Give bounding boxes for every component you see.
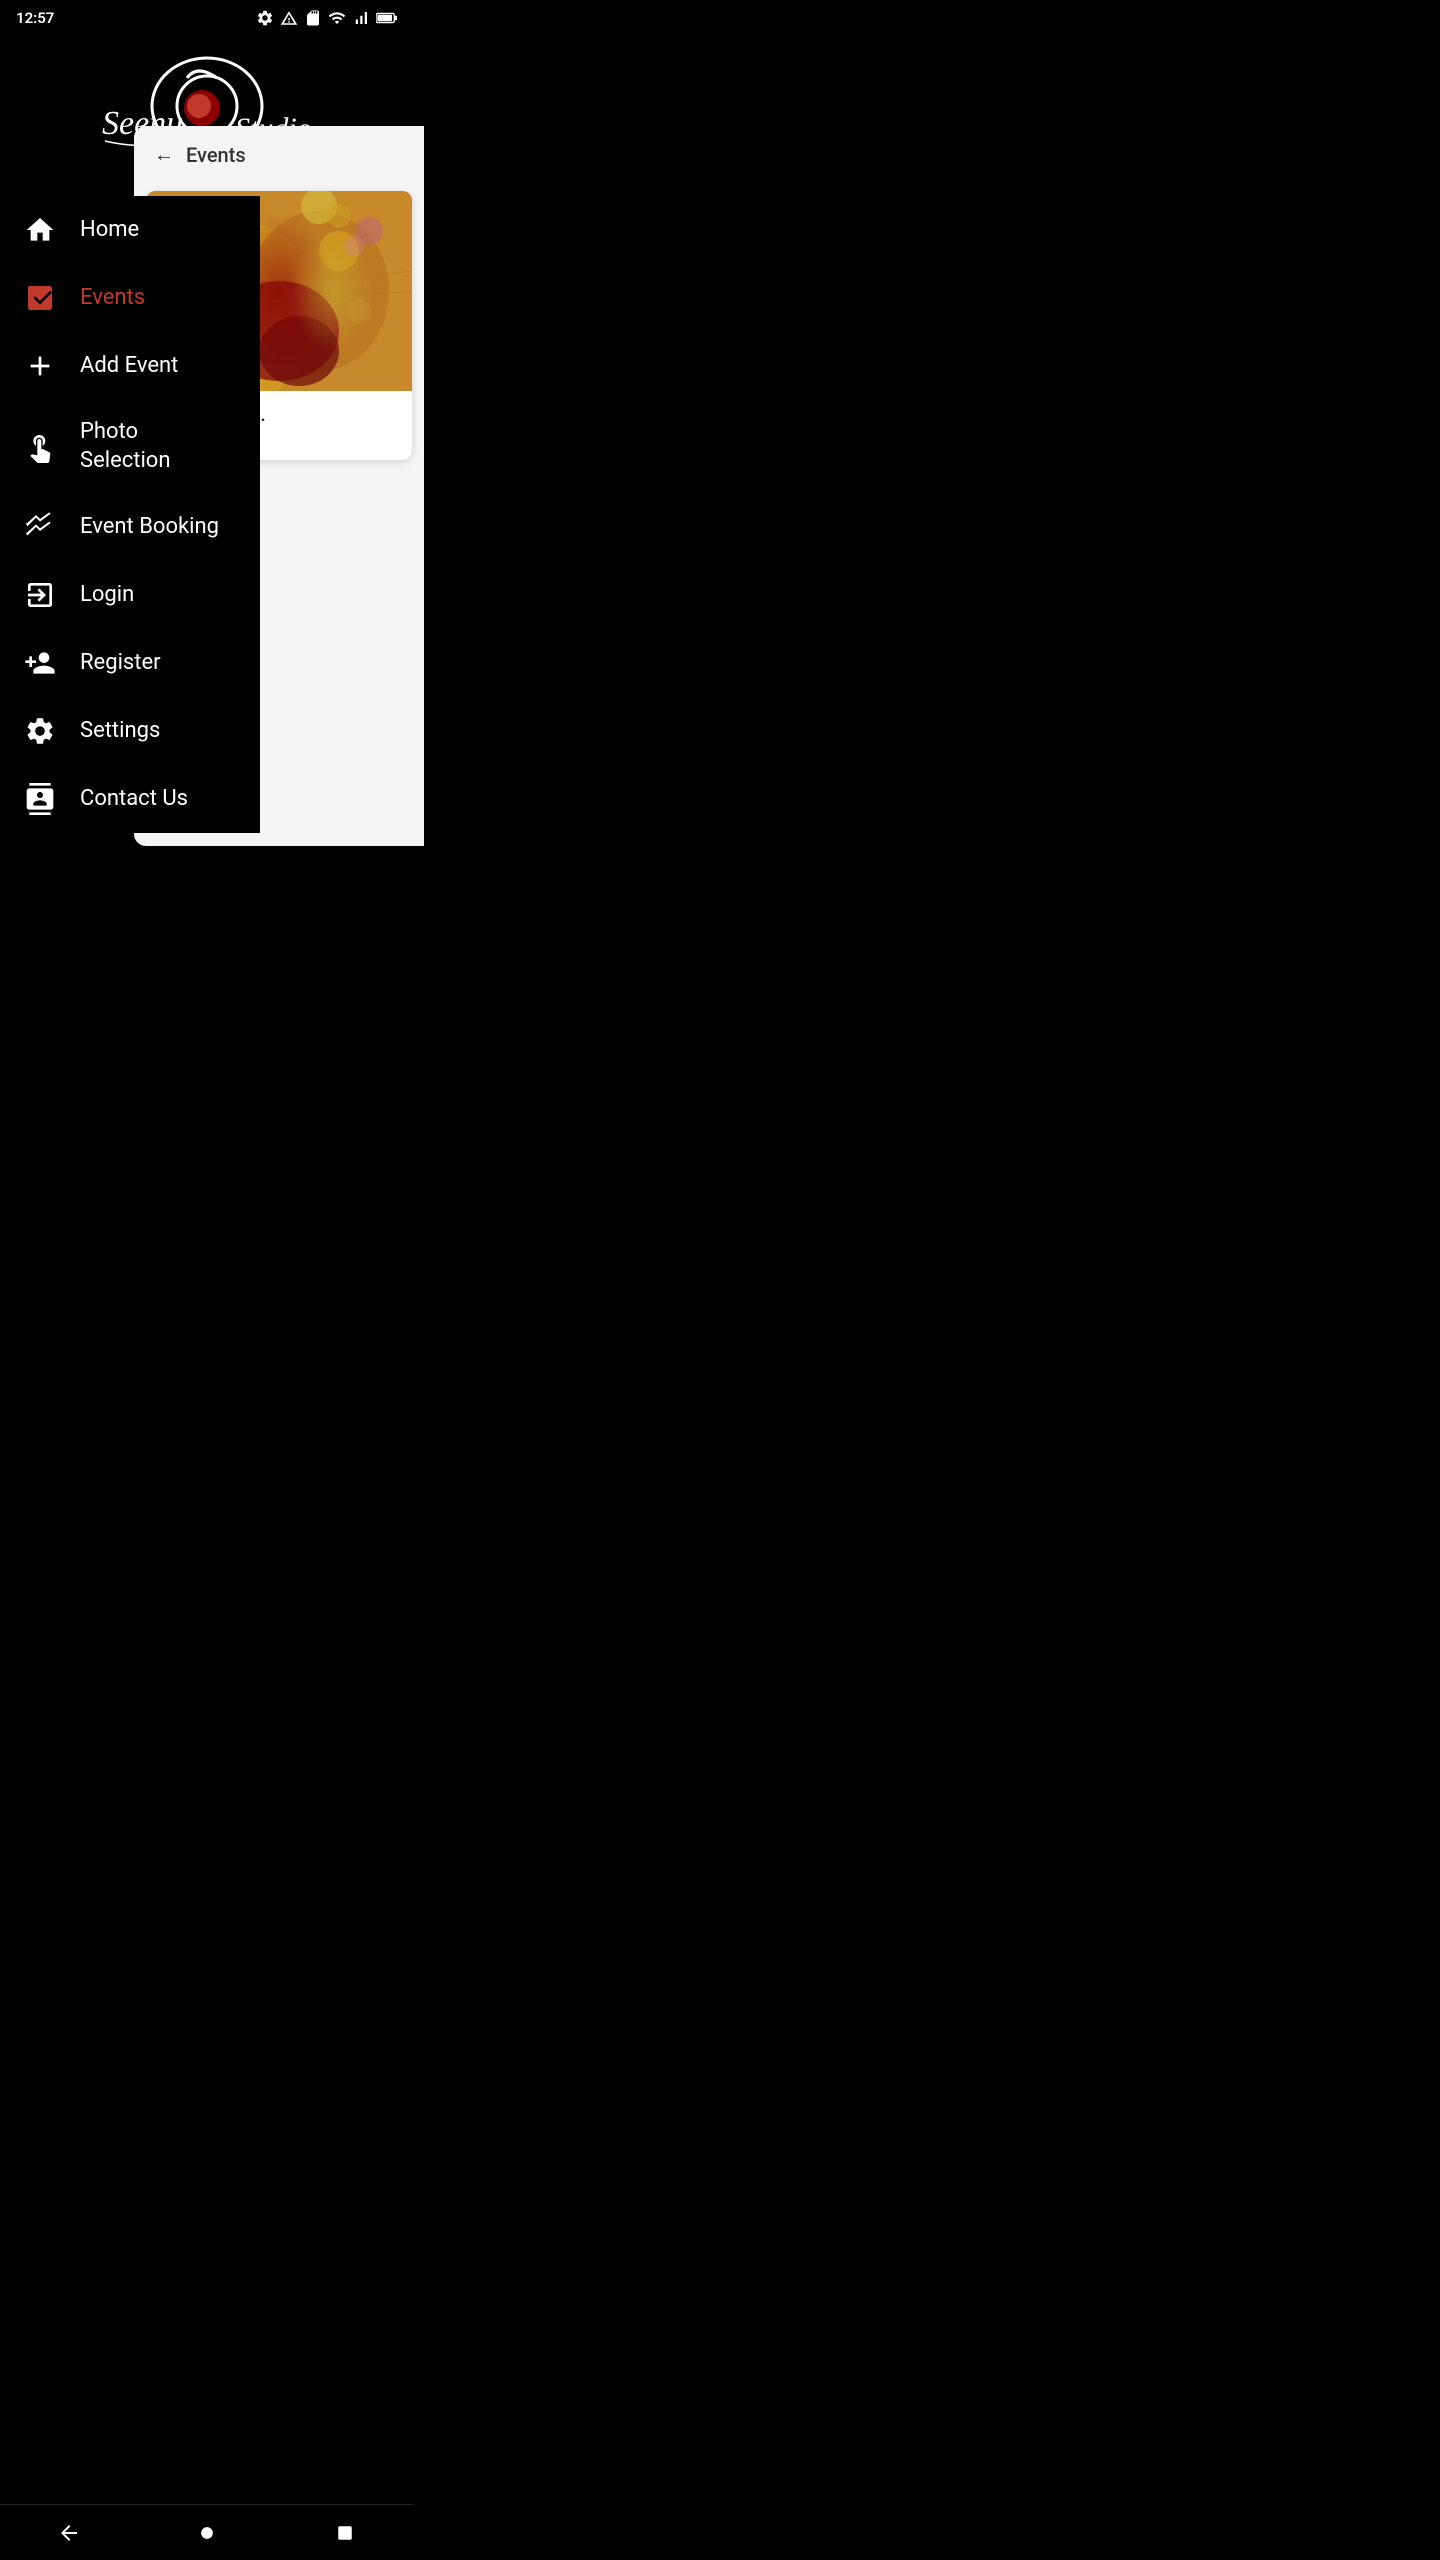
login-icon xyxy=(20,579,60,611)
nav-recent-button[interactable] xyxy=(315,2513,375,2553)
sidebar-item-settings[interactable]: Settings xyxy=(0,697,260,765)
main-layout: Home Events Add Event Photo Select xyxy=(0,196,414,833)
photo-selection-icon xyxy=(20,431,60,463)
home-icon xyxy=(20,214,60,246)
sidebar-item-add-event[interactable]: Add Event xyxy=(0,332,260,400)
add-event-icon xyxy=(20,350,60,382)
home-label: Home xyxy=(80,217,139,243)
nav-back-button[interactable] xyxy=(39,2513,99,2553)
status-icons xyxy=(256,9,398,27)
a-status-icon xyxy=(280,9,298,27)
back-button[interactable]: ← xyxy=(154,142,174,167)
contact-us-label: Contact Us xyxy=(80,786,188,812)
sidebar-item-contact-us[interactable]: Contact Us xyxy=(0,765,260,833)
register-icon xyxy=(20,647,60,679)
sdcard-status-icon xyxy=(304,9,322,27)
battery-icon xyxy=(376,11,398,25)
contact-icon xyxy=(20,783,60,815)
settings-status-icon xyxy=(256,9,274,27)
sidebar: Home Events Add Event Photo Select xyxy=(0,196,260,833)
settings-label: Settings xyxy=(80,718,160,744)
sidebar-item-photo-selection[interactable]: Photo Selection xyxy=(0,400,260,493)
event-booking-icon xyxy=(20,511,60,543)
settings-menu-icon xyxy=(20,715,60,747)
sidebar-item-events[interactable]: Events xyxy=(0,264,260,332)
panel-header: ← Events xyxy=(134,126,424,183)
register-label: Register xyxy=(80,650,161,676)
sidebar-item-event-booking[interactable]: Event Booking xyxy=(0,493,260,561)
panel-title: Events xyxy=(186,143,246,167)
add-event-label: Add Event xyxy=(80,353,178,379)
nav-home-button[interactable] xyxy=(177,2513,237,2553)
status-time: 12:57 xyxy=(16,9,54,27)
bottom-navigation xyxy=(0,2504,414,2560)
login-label: Login xyxy=(80,582,134,608)
sidebar-item-home[interactable]: Home xyxy=(0,196,260,264)
event-booking-label: Event Booking xyxy=(80,514,219,540)
wifi-icon xyxy=(328,9,346,27)
events-label: Events xyxy=(80,285,145,311)
sidebar-item-login[interactable]: Login xyxy=(0,561,260,629)
events-icon xyxy=(20,282,60,314)
status-bar: 12:57 xyxy=(0,0,414,36)
signal-icon xyxy=(352,9,370,27)
sidebar-item-register[interactable]: Register xyxy=(0,629,260,697)
photo-selection-label: Photo Selection xyxy=(80,418,171,475)
